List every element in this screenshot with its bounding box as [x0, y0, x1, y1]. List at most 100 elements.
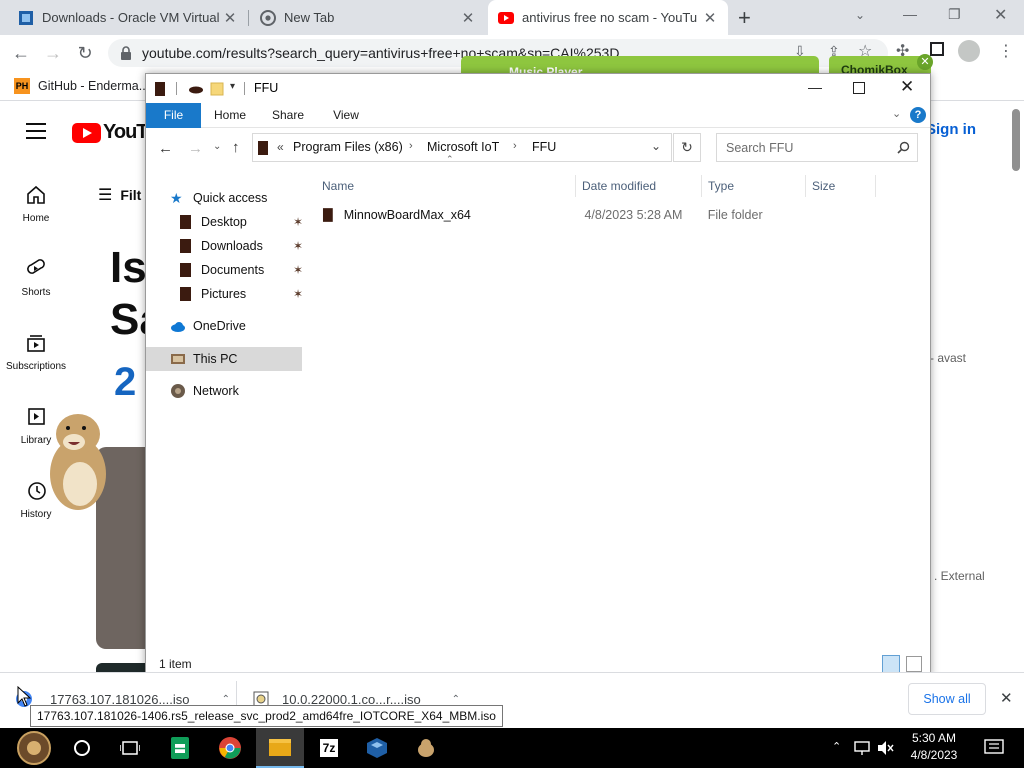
- chrome-icon: [219, 737, 241, 759]
- forward-icon[interactable]: →: [188, 140, 203, 157]
- large-icons-view-icon[interactable]: [906, 656, 922, 672]
- guide-home[interactable]: Home: [0, 183, 72, 224]
- breadcrumb-overflow[interactable]: «: [277, 140, 284, 154]
- computer-icon: [171, 354, 185, 364]
- page-scrollbar-thumb[interactable]: [1012, 109, 1020, 171]
- guide-shorts[interactable]: Shorts: [0, 257, 72, 298]
- folder-icon: [322, 208, 333, 222]
- recent-locations-icon[interactable]: ⌄: [213, 141, 221, 152]
- nav-label: This PC: [193, 352, 238, 366]
- back-icon[interactable]: ←: [8, 41, 34, 65]
- tab-new-tab[interactable]: New Tab ✕: [250, 0, 486, 35]
- tab-downloads-virtualbox[interactable]: Downloads - Oracle VM Virtual ✕: [8, 0, 248, 35]
- breadcrumb-microsoft-iot[interactable]: Microsoft IoT: [427, 140, 499, 154]
- tab-file[interactable]: File: [146, 103, 201, 128]
- taskbar-chrome[interactable]: [206, 728, 254, 768]
- tab-search-icon[interactable]: ⌄: [855, 8, 865, 22]
- search-box[interactable]: Search FFU: [716, 133, 918, 162]
- new-tab-button[interactable]: +: [738, 5, 751, 31]
- column-header-size[interactable]: Size: [806, 175, 876, 197]
- minimize-icon[interactable]: —: [808, 79, 822, 95]
- refresh-icon[interactable]: ↻: [673, 133, 701, 162]
- start-icon: [17, 731, 51, 765]
- hamburger-menu-icon[interactable]: [26, 123, 46, 139]
- side-panel-icon[interactable]: [930, 42, 944, 56]
- guide-subscriptions[interactable]: Subscriptions: [0, 331, 72, 372]
- forward-icon[interactable]: →: [40, 41, 66, 65]
- tab-view[interactable]: View: [326, 103, 366, 128]
- close-chomikbox-icon[interactable]: ✕: [917, 54, 933, 70]
- nav-pictures[interactable]: Pictures ✶: [178, 283, 303, 305]
- column-header-type[interactable]: Type: [702, 175, 806, 197]
- nav-quick-access[interactable]: ★ Quick access: [170, 187, 267, 209]
- back-icon[interactable]: ←: [158, 140, 173, 157]
- chevron-up-icon[interactable]: ⌃: [452, 694, 460, 705]
- notifications-icon[interactable]: [984, 739, 1004, 757]
- start-button[interactable]: [10, 728, 58, 768]
- tab-share[interactable]: Share: [268, 103, 308, 128]
- qat-dropdown-icon[interactable]: ▾: [230, 81, 235, 92]
- volume-muted-icon[interactable]: [876, 739, 894, 757]
- help-icon[interactable]: ?: [910, 107, 926, 123]
- new-folder-icon[interactable]: [210, 81, 224, 97]
- breadcrumb-chevron[interactable]: ›: [409, 140, 413, 152]
- column-header-name[interactable]: Name: [316, 175, 576, 197]
- taskbar-hamster-app[interactable]: [402, 728, 450, 768]
- cortana-button[interactable]: [58, 728, 106, 768]
- youtube-icon: [498, 11, 514, 24]
- tray-overflow-icon[interactable]: ⌃: [832, 740, 841, 753]
- close-tab-icon[interactable]: ✕: [460, 9, 476, 27]
- navigation-pane: ★ Quick access Desktop ✶ Downloads ✶ Doc…: [146, 168, 306, 652]
- nav-desktop[interactable]: Desktop ✶: [178, 211, 303, 233]
- address-dropdown-icon[interactable]: ⌄: [651, 139, 661, 153]
- minimize-icon[interactable]: —: [903, 6, 917, 22]
- tab-home[interactable]: Home: [210, 103, 250, 128]
- reload-icon[interactable]: ↻: [72, 41, 98, 65]
- tab-youtube[interactable]: antivirus free no scam - YouTu ✕: [488, 0, 728, 35]
- bookmark-favicon: PH: [14, 78, 30, 94]
- close-window-icon[interactable]: ✕: [994, 5, 1007, 25]
- chrome-menu-icon[interactable]: ⋮: [998, 41, 1014, 61]
- column-header-date[interactable]: Date modified: [576, 175, 702, 197]
- close-tab-icon[interactable]: ✕: [702, 9, 718, 27]
- qat-separator: [176, 82, 177, 95]
- restore-icon[interactable]: ❐: [948, 6, 961, 23]
- maximize-icon[interactable]: [853, 82, 865, 94]
- nav-onedrive[interactable]: OneDrive: [170, 315, 246, 337]
- taskbar-file-explorer[interactable]: [256, 728, 304, 768]
- breadcrumb-program-files[interactable]: Program Files (x86): [293, 140, 403, 154]
- pin-icon: ✶: [292, 287, 303, 301]
- guide-label: Shorts: [21, 287, 51, 298]
- filters-button[interactable]: ☰ Filt: [98, 185, 141, 205]
- nav-this-pc[interactable]: This PC: [170, 348, 237, 370]
- taskbar-virtualbox[interactable]: [353, 728, 401, 768]
- close-icon[interactable]: ✕: [900, 77, 914, 97]
- expand-ribbon-icon[interactable]: ⌄: [892, 107, 901, 120]
- close-tab-icon[interactable]: ✕: [222, 9, 238, 27]
- folder-icon: [180, 287, 191, 301]
- file-row[interactable]: MinnowBoardMax_x64 4/8/2023 5:28 AM File…: [318, 204, 878, 226]
- windows-taskbar: 7z ⌃ 5:30 AM 4/8/2023: [0, 728, 1024, 768]
- close-shelf-icon[interactable]: ✕: [1000, 689, 1013, 707]
- search-icon: [897, 141, 910, 154]
- show-all-button[interactable]: Show all: [908, 683, 986, 715]
- address-box[interactable]: « Program Files (x86) › Microsoft IoT › …: [252, 133, 672, 162]
- network-tray-icon[interactable]: [853, 740, 871, 756]
- system-clock[interactable]: 5:30 AM 4/8/2023: [896, 730, 972, 764]
- breadcrumb-chevron[interactable]: ›: [513, 140, 517, 152]
- up-icon[interactable]: ↑: [232, 139, 240, 156]
- taskbar-7zip[interactable]: 7z: [305, 728, 353, 768]
- chevron-up-icon[interactable]: ⌃: [222, 694, 230, 705]
- task-view-button[interactable]: [106, 728, 154, 768]
- profile-avatar[interactable]: [958, 40, 980, 62]
- nav-network[interactable]: Network: [170, 380, 239, 402]
- folder-icon: [258, 141, 268, 155]
- properties-icon[interactable]: [188, 83, 204, 95]
- taskbar-sheets[interactable]: [156, 728, 204, 768]
- breadcrumb-ffu[interactable]: FFU: [532, 140, 556, 154]
- nav-downloads[interactable]: Downloads ✶: [178, 235, 303, 257]
- sign-in-button[interactable]: Sign in: [926, 121, 976, 138]
- bookmark-github[interactable]: PH GitHub - Enderma...: [14, 78, 149, 94]
- details-view-icon[interactable]: [882, 655, 900, 673]
- nav-documents[interactable]: Documents ✶: [178, 259, 303, 281]
